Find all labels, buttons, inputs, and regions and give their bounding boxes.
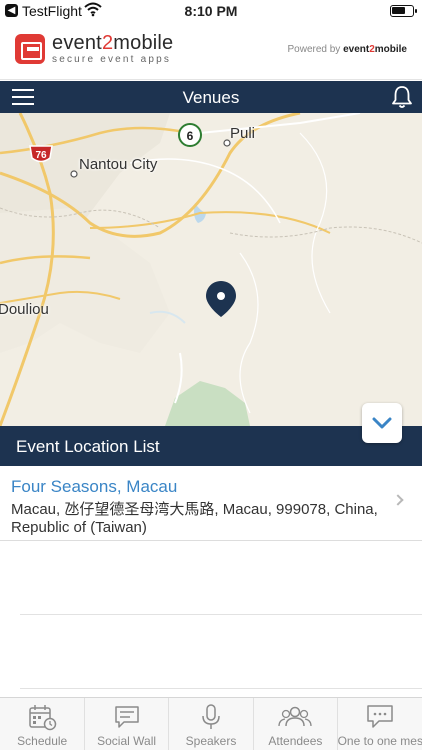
chevron-down-icon bbox=[372, 417, 392, 429]
route-6-shield-icon: 6 bbox=[178, 123, 202, 147]
tab-label: Social Wall bbox=[97, 734, 157, 748]
map-canvas[interactable]: 6 76 bbox=[0, 113, 422, 426]
powered-by: Powered by event2mobile bbox=[287, 44, 407, 55]
venue-address: Macau, 氹仔望德圣母湾大馬路, Macau, 999078, China,… bbox=[11, 501, 378, 536]
collapse-map-button[interactable] bbox=[362, 403, 402, 443]
nav-bar: Venues bbox=[0, 81, 422, 113]
tab-label: Speakers bbox=[185, 734, 237, 748]
tab-social-wall[interactable]: Social Wall bbox=[84, 698, 168, 750]
tab-schedule[interactable]: Schedule bbox=[0, 698, 84, 750]
map-label-nantou: Nantou City bbox=[79, 156, 158, 173]
brand-tagline: secure event apps bbox=[52, 54, 172, 65]
venue-name[interactable]: Four Seasons, Macau bbox=[11, 477, 177, 497]
status-time: 8:10 PM bbox=[184, 3, 238, 19]
tab-label: Attendees bbox=[268, 734, 323, 748]
battery-icon bbox=[390, 5, 417, 17]
chevron-right-icon bbox=[392, 494, 404, 506]
venue-map[interactable]: 6 76 Puli Nantou City Douliou bbox=[0, 113, 422, 426]
bell-icon[interactable] bbox=[391, 85, 413, 109]
location-list-header: Event Location List bbox=[0, 426, 422, 466]
venue-list-item[interactable]: Four Seasons, Macau Macau, 氹仔望德圣母湾大馬路, M… bbox=[0, 466, 422, 541]
microphone-icon bbox=[202, 704, 220, 729]
message-icon bbox=[367, 705, 393, 728]
map-label-puli: Puli bbox=[230, 125, 256, 142]
list-divider bbox=[20, 614, 422, 615]
route-6-label: 6 bbox=[187, 129, 194, 143]
tab-label: Schedule bbox=[17, 734, 68, 748]
list-divider bbox=[20, 688, 422, 689]
chat-icon bbox=[114, 706, 139, 728]
status-bar: ◀ TestFlight 8:10 PM bbox=[0, 0, 422, 22]
brand-name: event2mobile bbox=[52, 32, 174, 54]
event2mobile-logo-icon bbox=[15, 34, 45, 64]
nantou-dot-icon bbox=[70, 170, 78, 178]
brand-header: event2mobile secure event apps Powered b… bbox=[0, 22, 422, 80]
location-list-title: Event Location List bbox=[16, 437, 160, 456]
map-label-douliou: Douliou bbox=[0, 301, 49, 318]
tab-speakers[interactable]: Speakers bbox=[169, 698, 253, 750]
tab-label: One to one mes bbox=[337, 734, 422, 748]
page-title: Venues bbox=[182, 88, 240, 107]
calendar-icon bbox=[29, 705, 57, 731]
tab-bar: Schedule Social Wall Speakers Attendees bbox=[0, 697, 422, 750]
people-icon bbox=[278, 706, 313, 727]
route-76-label: 76 bbox=[35, 150, 47, 161]
tab-attendees[interactable]: Attendees bbox=[253, 698, 337, 750]
tab-one-to-one-messages[interactable]: One to one mes bbox=[338, 698, 422, 750]
route-76-shield-icon: 76 bbox=[29, 145, 53, 163]
